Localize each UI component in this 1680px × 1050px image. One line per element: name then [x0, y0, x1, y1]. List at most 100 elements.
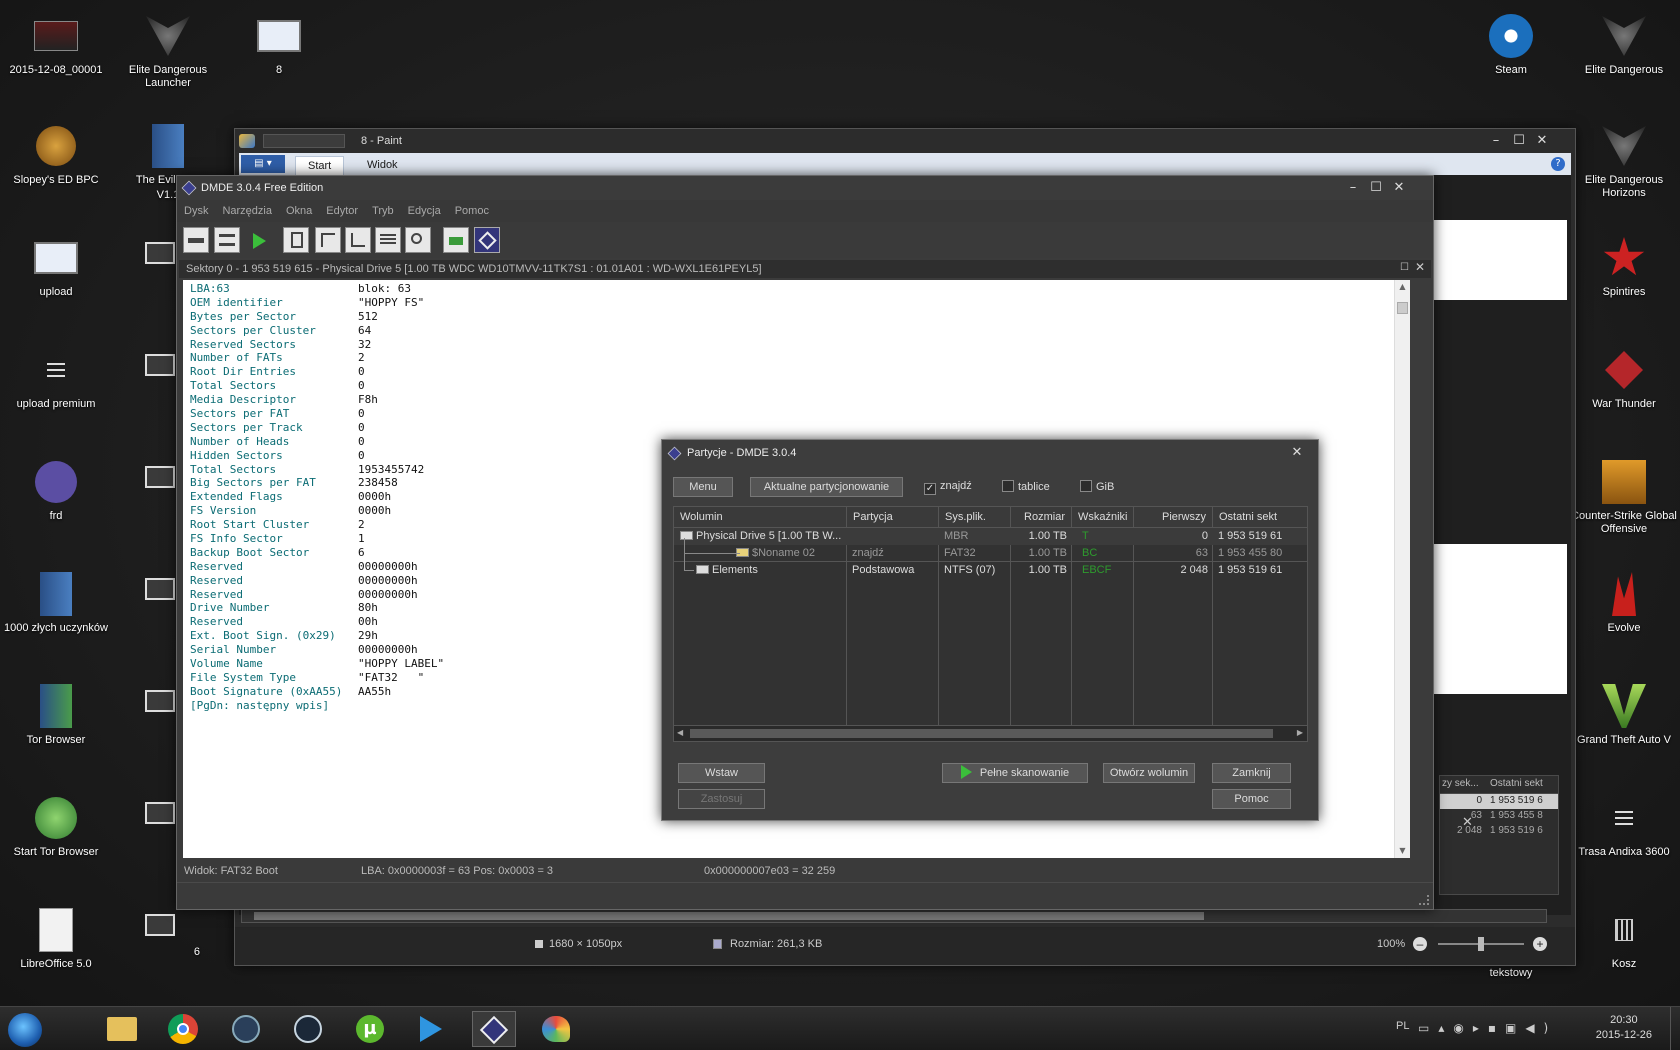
hscroll-thumb[interactable]	[690, 729, 1273, 738]
partitions-column-header[interactable]: Partycja	[847, 507, 939, 528]
current-partitioning-button[interactable]: Aktualne partycjonowanie	[750, 477, 903, 497]
paint-icon[interactable]	[534, 1011, 578, 1047]
partitions-column-header[interactable]: Wolumin	[674, 507, 847, 528]
dmde-menu-item[interactable]: Narzędzia	[215, 200, 279, 222]
partitions-column-header[interactable]: Wskaźniki	[1072, 507, 1134, 528]
dmde-logo-icon[interactable]	[474, 227, 500, 253]
scroll-thumb[interactable]	[1397, 302, 1408, 314]
hscroll-right-arrow[interactable]: ▶	[1297, 728, 1303, 737]
checkbox-tables-box[interactable]	[1002, 480, 1014, 492]
paint-horizontal-scrollbar[interactable]	[241, 909, 1547, 923]
hscroll-left-arrow[interactable]: ◀	[677, 728, 683, 737]
search-icon[interactable]	[405, 227, 431, 253]
utorrent-icon[interactable]: µ	[348, 1011, 392, 1047]
help-button[interactable]: Pomoc	[1212, 789, 1291, 809]
desktop-icon-b-1[interactable]: 8	[223, 12, 335, 77]
partitions-column-header[interactable]: Pierwszy sek...	[1134, 507, 1213, 544]
desktop-icon-3[interactable]: upload premium	[0, 346, 112, 411]
resize-grip-icon[interactable]	[1419, 895, 1429, 905]
paint-quick-access-toolbar[interactable]	[263, 134, 345, 148]
desktop-icon-0[interactable]: 2015-12-08_00001	[0, 12, 112, 77]
partitions-icon[interactable]	[214, 227, 240, 253]
partitions-close-button[interactable]: ✕	[1286, 445, 1308, 461]
checkbox-tables[interactable]: tablice	[1002, 480, 1050, 493]
tree-view-icon[interactable]	[315, 227, 341, 253]
partitions-column-header[interactable]: Sys.plik.	[939, 507, 1011, 528]
desktop-icon-7[interactable]: Start Tor Browser	[0, 794, 112, 859]
dmde-menu-item[interactable]: Edycja	[401, 200, 448, 222]
open-volume-button[interactable]: Otwórz wolumin	[1103, 763, 1195, 783]
taskbar-clock[interactable]: 20:30 2015-12-26	[1596, 1013, 1652, 1043]
sector-panel-close-icon[interactable]: ✕	[1415, 260, 1425, 274]
insert-button[interactable]: Wstaw	[678, 763, 765, 783]
desktop-icon-r-5[interactable]: Counter-Strike Global Offensive	[1568, 458, 1680, 536]
paint-maximize-button[interactable]: ☐	[1508, 133, 1530, 149]
paint-close-button[interactable]: ✕	[1531, 133, 1553, 149]
desktop-icon-r-0[interactable]: Steam	[1455, 12, 1567, 77]
media-player-icon[interactable]	[410, 1011, 454, 1047]
list-view-icon[interactable]	[345, 227, 371, 253]
checkbox-find[interactable]: ✓ znajdź	[924, 480, 972, 495]
partition-row[interactable]: Elements Podstawowa NTFS (07) 1.00 TB EBCF 2 …	[674, 562, 1307, 579]
checkbox-find-box[interactable]: ✓	[924, 483, 936, 495]
paint-hscroll-thumb[interactable]	[254, 912, 1204, 920]
dmde-menu-item[interactable]: Tryb	[365, 200, 401, 222]
partitions-hscrollbar[interactable]: ◀ ▶	[674, 725, 1307, 741]
desktop-icon-4[interactable]: frd	[0, 458, 112, 523]
paint-file-menu-button[interactable]: ▤ ▾	[241, 155, 285, 173]
zoom-in-button[interactable]: +	[1533, 937, 1547, 951]
desktop-icon-r-7[interactable]: Grand Theft Auto V	[1568, 682, 1680, 747]
app-icon[interactable]	[224, 1011, 268, 1047]
desktop-icon-2[interactable]: upload	[0, 234, 112, 299]
partitions-column-header[interactable]: Ostatni sekt	[1213, 507, 1307, 528]
desktop-icon-5[interactable]: 1000 złych uczynków	[0, 570, 112, 635]
dmde-icon[interactable]	[472, 1011, 516, 1047]
dmde-minimize-button[interactable]: –	[1342, 180, 1364, 196]
desktop-icon-r-3[interactable]: Spintires	[1568, 234, 1680, 299]
steam-icon[interactable]	[286, 1011, 330, 1047]
desktop-icon-r-2[interactable]: Elite Dangerous Horizons	[1568, 122, 1680, 200]
new-file-icon[interactable]	[283, 227, 309, 253]
sector-panel-maximize-icon[interactable]: ☐	[1400, 262, 1409, 273]
export-icon[interactable]	[443, 227, 469, 253]
partition-row[interactable]: Physical Drive 5 [1.00 TB W... MBR 1.00 TB…	[674, 528, 1307, 545]
desktop-icon-6[interactable]: Tor Browser	[0, 682, 112, 747]
scroll-up-arrow[interactable]: ▲	[1395, 280, 1410, 294]
sector-view-icon[interactable]	[375, 227, 401, 253]
close-button[interactable]: Zamknij	[1212, 763, 1291, 783]
file-explorer-icon[interactable]	[100, 1011, 144, 1047]
desktop-icon-r-8[interactable]: Trasa Andixa 3600	[1568, 794, 1680, 859]
language-indicator[interactable]: PL	[1396, 1020, 1409, 1032]
sector-vertical-scrollbar[interactable]: ▲ ▼	[1394, 280, 1410, 858]
start-scan-icon[interactable]	[245, 227, 271, 253]
menu-button[interactable]: Menu	[673, 477, 733, 497]
show-desktop-button[interactable]	[1670, 1007, 1680, 1050]
full-scan-button[interactable]: Pełne skanowanie	[942, 763, 1088, 783]
zoom-slider-thumb[interactable]	[1478, 937, 1484, 951]
chrome-icon[interactable]	[162, 1011, 206, 1047]
zoom-out-button[interactable]: –	[1413, 937, 1427, 951]
partitions-dialog[interactable]: Partycje - DMDE 3.0.4 ✕ Menu Aktualne pa…	[661, 439, 1319, 821]
dmde-maximize-button[interactable]: ☐	[1365, 180, 1387, 196]
checkbox-gib-box[interactable]	[1080, 480, 1092, 492]
paint-minimize-button[interactable]: –	[1485, 133, 1507, 149]
desktop-icon-r-1[interactable]: Elite Dangerous	[1568, 12, 1680, 77]
desktop-icon-b-0[interactable]: Elite Dangerous Launcher	[112, 12, 224, 90]
desktop-icon-r-4[interactable]: War Thunder	[1568, 346, 1680, 411]
checkbox-gib[interactable]: GiB	[1080, 480, 1114, 493]
disk-select-icon[interactable]	[183, 227, 209, 253]
paint-help-icon[interactable]: ?	[1551, 157, 1565, 171]
partition-row[interactable]: $Noname 02 znajdź FAT32 1.00 TB BC 63 1 953 45…	[674, 545, 1307, 562]
dmde-menu-item[interactable]: Pomoc	[448, 200, 496, 222]
dmde-menu-item[interactable]: Okna	[279, 200, 319, 222]
desktop-icon-8[interactable]: LibreOffice 5.0	[0, 906, 112, 971]
partitions-table[interactable]: Wolumin Partycja Sys.plik. Rozmiar Wskaźniki…	[673, 506, 1308, 742]
apply-button[interactable]: Zastosuj	[678, 789, 765, 809]
tab-start[interactable]: Start	[295, 156, 345, 175]
desktop-icon-r-6[interactable]: Evolve	[1568, 570, 1680, 635]
dmde-menu-item[interactable]: Dysk	[177, 200, 215, 222]
scroll-down-arrow[interactable]: ▼	[1395, 844, 1410, 858]
desktop-icon-r-9[interactable]: Kosz	[1568, 906, 1680, 971]
partitions-column-header[interactable]: Rozmiar	[1011, 507, 1072, 528]
desktop-icon-1[interactable]: Slopey's ED BPC	[0, 122, 112, 187]
